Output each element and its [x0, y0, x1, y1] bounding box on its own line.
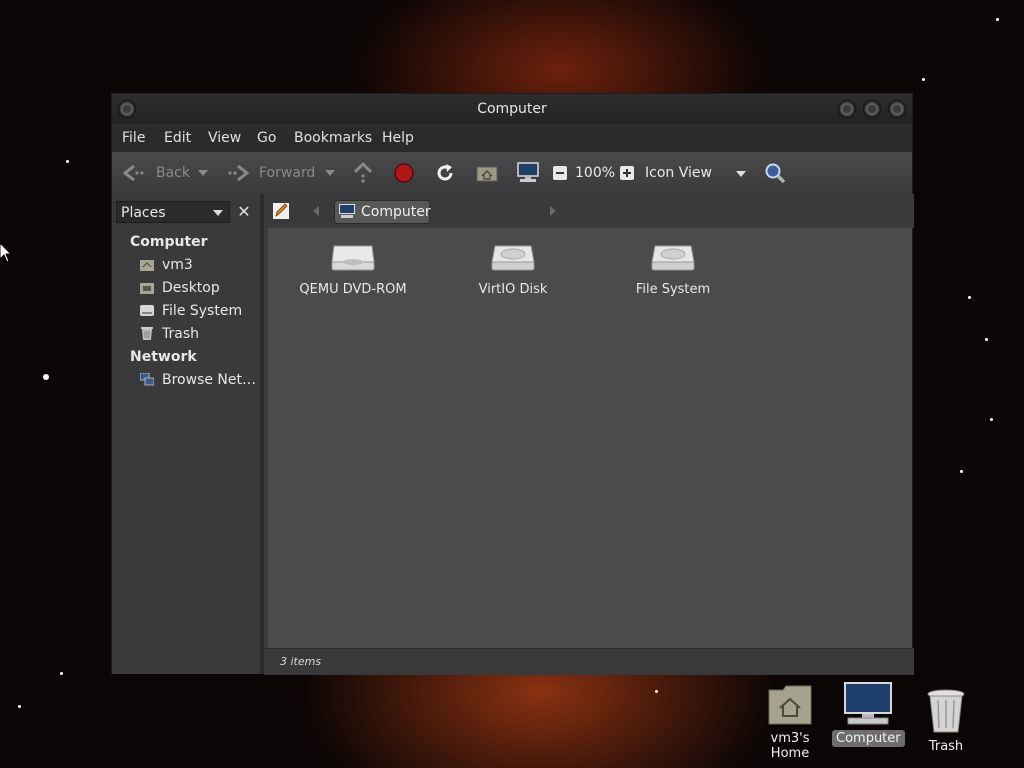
desktop-folder-icon	[140, 283, 154, 294]
star	[66, 160, 69, 163]
view-mode-select[interactable]: Icon View	[645, 165, 712, 181]
menu-go[interactable]: Go	[257, 130, 276, 146]
sidebar-item-label: File System	[162, 303, 243, 319]
minimize-button[interactable]	[838, 100, 856, 118]
star	[43, 374, 49, 380]
star	[922, 78, 925, 81]
desktop-item-label: Trash	[928, 739, 964, 754]
sidebar-item-label: vm3	[162, 257, 193, 273]
zoom-level: 100%	[575, 165, 616, 181]
path-segment-label: Computer	[361, 204, 431, 220]
view-mode-dropdown-icon[interactable]	[736, 171, 746, 177]
hard-disk-icon	[491, 245, 535, 271]
star	[18, 705, 21, 708]
path-left-arrow-icon[interactable]	[313, 206, 319, 216]
star	[996, 18, 999, 21]
drive-item-file-system[interactable]: File System	[598, 242, 748, 297]
close-window-button[interactable]	[888, 100, 906, 118]
stop-icon[interactable]	[394, 163, 414, 183]
home-folder-icon	[140, 260, 154, 271]
drive-icon	[140, 305, 154, 316]
maximize-button[interactable]	[863, 100, 881, 118]
forward-arrow-icon[interactable]	[226, 164, 250, 182]
item-count: 3 items	[280, 655, 322, 668]
window-menu-button[interactable]	[118, 100, 136, 118]
forward-button[interactable]: Forward	[259, 165, 315, 181]
sidebar-item-browse-network[interactable]: Browse Net…	[138, 371, 258, 391]
path-bar: Computer	[264, 194, 914, 228]
forward-history-dropdown-icon[interactable]	[325, 170, 335, 176]
home-folder-icon	[768, 685, 812, 725]
desktop-item-trash[interactable]: Trash	[920, 688, 972, 755]
network-icon	[140, 373, 154, 386]
computer-icon[interactable]	[517, 162, 539, 184]
drive-item-virtio-disk[interactable]: VirtIO Disk	[438, 242, 588, 297]
sidebar-item-label: Trash	[162, 326, 199, 342]
menu-help[interactable]: Help	[382, 130, 414, 146]
zoom-in-icon[interactable]	[619, 165, 635, 181]
reload-icon[interactable]	[435, 163, 455, 183]
window-title: Computer	[477, 101, 547, 117]
sidebar-item-label: Browse Net…	[162, 372, 257, 388]
trash-icon	[141, 327, 153, 340]
window-titlebar[interactable]: Computer	[112, 94, 912, 124]
star	[990, 418, 993, 421]
back-arrow-icon[interactable]	[122, 164, 146, 182]
star	[985, 338, 988, 341]
optical-drive-icon	[331, 245, 375, 271]
search-icon[interactable]	[764, 162, 786, 184]
file-manager-window: Computer File Edit View Go Bookmarks Hel…	[111, 93, 914, 675]
desktop-item-computer[interactable]: Computer	[832, 682, 905, 747]
desktop-item-label: Computer	[832, 730, 905, 747]
close-sidebar-button[interactable]: ✕	[234, 202, 254, 222]
sidebar-section-computer: Computer	[130, 234, 208, 250]
icon-view-area[interactable]: QEMU DVD-ROM VirtIO Disk File System	[268, 228, 912, 648]
sidebar: Places ✕ Computer vm3 Desktop File Syste…	[112, 194, 264, 674]
back-history-dropdown-icon[interactable]	[198, 170, 208, 176]
computer-icon	[339, 204, 355, 218]
menu-edit[interactable]: Edit	[164, 130, 191, 146]
path-right-arrow-icon[interactable]	[550, 206, 556, 216]
sidebar-item-file-system[interactable]: File System	[138, 302, 258, 322]
desktop-item-home[interactable]: vm3's Home	[750, 684, 830, 762]
sidebar-selector[interactable]: Places	[116, 201, 230, 223]
drive-item-qemu-dvd-rom[interactable]: QEMU DVD-ROM	[278, 242, 428, 297]
menu-bar: File Edit View Go Bookmarks Help	[112, 124, 912, 152]
back-button[interactable]: Back	[156, 165, 190, 181]
sidebar-item-trash[interactable]: Trash	[138, 325, 258, 345]
home-folder-icon[interactable]	[476, 163, 498, 183]
star	[655, 690, 658, 693]
chevron-down-icon	[213, 210, 223, 216]
zoom-out-icon[interactable]	[552, 165, 568, 181]
sidebar-section-network: Network	[130, 349, 197, 365]
drive-label: VirtIO Disk	[478, 282, 548, 297]
toolbar: Back Forward 100% Icon View	[112, 152, 912, 195]
desktop-item-label: vm3's Home	[770, 731, 810, 761]
star	[960, 470, 963, 473]
menu-file[interactable]: File	[122, 130, 145, 146]
status-bar: 3 items	[264, 648, 914, 675]
mouse-cursor-icon	[0, 243, 12, 263]
star	[968, 296, 971, 299]
computer-icon	[844, 682, 892, 725]
drive-label: File System	[635, 282, 711, 297]
trash-icon	[927, 689, 965, 733]
menu-view[interactable]: View	[208, 130, 241, 146]
drive-label: QEMU DVD-ROM	[299, 282, 407, 297]
sidebar-item-label: Desktop	[162, 280, 220, 296]
up-arrow-icon[interactable]	[353, 162, 373, 184]
edit-location-icon[interactable]	[272, 202, 290, 220]
star	[60, 672, 63, 675]
sidebar-selector-label: Places	[121, 205, 166, 221]
hard-disk-icon	[651, 245, 695, 271]
sidebar-item-desktop[interactable]: Desktop	[138, 279, 258, 299]
menu-bookmarks[interactable]: Bookmarks	[294, 130, 372, 146]
sidebar-item-vm3[interactable]: vm3	[138, 256, 258, 276]
path-segment-computer[interactable]: Computer	[334, 200, 431, 224]
